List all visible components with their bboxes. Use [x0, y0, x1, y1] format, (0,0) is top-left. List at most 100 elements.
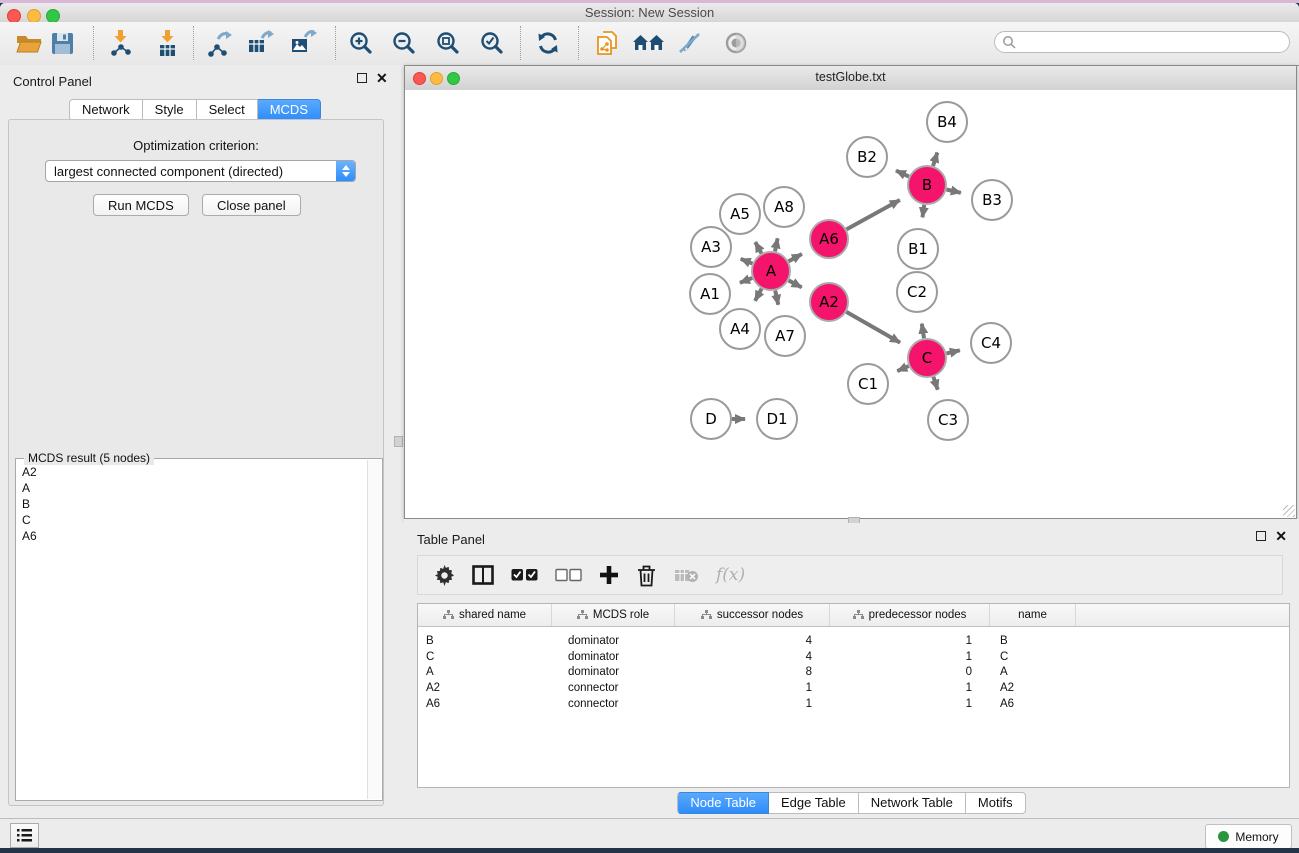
table-cell[interactable]: 8 [675, 666, 830, 678]
edge-C-C2[interactable] [922, 324, 924, 339]
edge-A-A3[interactable] [741, 259, 753, 264]
table-cell[interactable]: dominator [552, 635, 675, 647]
mcds-result-item[interactable]: A6 [17, 528, 368, 544]
import-table-button[interactable] [152, 27, 182, 59]
tab-edge-table[interactable]: Edge Table [769, 792, 859, 814]
table-cell[interactable]: C [418, 651, 552, 663]
network-canvas[interactable]: B4B2BB3A5A8A6A3B1AC2A1A2A4A7C4CC1DD1C3 [405, 90, 1296, 518]
column-header-MCDS-role[interactable]: MCDS role [552, 604, 675, 626]
table-cell[interactable]: dominator [552, 651, 675, 663]
export-table-button[interactable] [245, 27, 275, 59]
hide-labels-button[interactable] [675, 27, 705, 59]
node-A5[interactable]: A5 [720, 194, 760, 234]
edge-B-B4[interactable] [933, 152, 937, 165]
select-all-button[interactable] [511, 560, 538, 590]
edge-B-B1[interactable] [922, 205, 924, 218]
node-C1[interactable]: C1 [848, 364, 888, 404]
edge-A-A1[interactable] [740, 278, 752, 283]
table-cell[interactable]: B [418, 635, 552, 647]
destroy-table-button[interactable] [674, 560, 699, 590]
node-A8[interactable]: A8 [764, 187, 804, 227]
edge-C-C1[interactable] [897, 366, 908, 371]
table-cell[interactable]: 1 [675, 698, 830, 710]
table-cell[interactable]: 4 [675, 635, 830, 647]
table-row[interactable]: Adominator80A [418, 665, 1289, 681]
tab-mcds[interactable]: MCDS [258, 99, 321, 121]
resize-grip[interactable] [1283, 505, 1295, 517]
node-D[interactable]: D [691, 399, 731, 439]
table-cell[interactable]: A2 [990, 682, 1076, 694]
node-C[interactable]: C [908, 339, 946, 377]
export-image-button[interactable] [288, 27, 318, 59]
column-header-successor-nodes[interactable]: successor nodes [675, 604, 830, 626]
node-table[interactable]: shared nameMCDS rolesuccessor nodesprede… [417, 603, 1290, 788]
node-B4[interactable]: B4 [927, 102, 967, 142]
zoom-fit-button[interactable] [433, 27, 463, 59]
zoom-in-button[interactable] [346, 27, 376, 59]
memory-button[interactable]: Memory [1205, 824, 1292, 849]
edge-A6-B[interactable] [847, 200, 900, 229]
tab-style[interactable]: Style [143, 99, 197, 121]
refresh-button[interactable] [533, 27, 563, 59]
mcds-result-item[interactable]: A2 [17, 464, 368, 480]
splitter-handle[interactable] [394, 436, 403, 447]
run-mcds-button[interactable]: Run MCDS [93, 194, 189, 216]
table-cell[interactable]: B [990, 635, 1076, 647]
optimization-criterion-dropdown[interactable]: largest connected component (directed) [45, 160, 356, 182]
node-B2[interactable]: B2 [847, 137, 887, 177]
import-network-button[interactable] [105, 27, 135, 59]
edge-A-A2[interactable] [789, 280, 802, 287]
node-B3[interactable]: B3 [972, 180, 1012, 220]
table-cell[interactable]: A [418, 666, 552, 678]
task-history-button[interactable] [10, 823, 39, 848]
edge-A-A7[interactable] [775, 291, 778, 305]
search-input[interactable] [1017, 32, 1289, 52]
mcds-result-item[interactable]: C [17, 512, 368, 528]
edge-B-B3[interactable] [946, 189, 960, 192]
table-cell[interactable]: 1 [830, 682, 990, 694]
show-columns-button[interactable] [472, 560, 494, 590]
table-cell[interactable]: A [990, 666, 1076, 678]
node-A4[interactable]: A4 [720, 309, 760, 349]
column-header-shared-name[interactable]: shared name [418, 604, 552, 626]
result-scrollbar[interactable] [367, 460, 381, 799]
table-cell[interactable]: 1 [830, 651, 990, 663]
table-cell[interactable]: A2 [418, 682, 552, 694]
node-C3[interactable]: C3 [928, 400, 968, 440]
edge-C-C4[interactable] [946, 350, 959, 353]
close-panel-icon[interactable]: ✕ [376, 73, 388, 83]
edge-A-A8[interactable] [775, 238, 778, 251]
column-header-name[interactable]: name [990, 604, 1076, 626]
vertical-splitter[interactable] [390, 65, 404, 821]
tab-network-table[interactable]: Network Table [859, 792, 966, 814]
node-C4[interactable]: C4 [971, 323, 1011, 363]
edge-A-A5[interactable] [755, 242, 761, 253]
search-box[interactable] [994, 31, 1290, 53]
table-row[interactable]: Bdominator41B [418, 633, 1289, 649]
edge-A-A4[interactable] [755, 289, 761, 301]
table-cell[interactable]: A6 [990, 698, 1076, 710]
node-D1[interactable]: D1 [757, 399, 797, 439]
node-B[interactable]: B [908, 166, 946, 204]
table-settings-button[interactable] [434, 560, 455, 590]
float-panel-icon[interactable] [1256, 531, 1266, 541]
network-window-titlebar[interactable]: testGlobe.txt [405, 66, 1296, 91]
node-A[interactable]: A [752, 252, 790, 290]
zoom-selected-button[interactable] [477, 27, 507, 59]
table-cell[interactable]: connector [552, 698, 675, 710]
table-cell[interactable]: 4 [675, 651, 830, 663]
table-cell[interactable]: 1 [675, 682, 830, 694]
dropdown-stepper-icon[interactable] [336, 161, 355, 181]
table-cell[interactable]: C [990, 651, 1076, 663]
create-column-button[interactable] [599, 560, 619, 590]
node-A2[interactable]: A2 [810, 283, 848, 321]
node-A6[interactable]: A6 [810, 220, 848, 258]
eye-button[interactable] [721, 27, 751, 59]
node-A1[interactable]: A1 [690, 274, 730, 314]
window-titlebar[interactable]: Session: New Session [0, 3, 1299, 23]
delete-column-button[interactable] [636, 560, 657, 590]
zoom-out-button[interactable] [389, 27, 419, 59]
tab-node-table[interactable]: Node Table [677, 792, 769, 814]
close-panel-icon[interactable]: ✕ [1275, 531, 1287, 541]
node-C2[interactable]: C2 [897, 272, 937, 312]
